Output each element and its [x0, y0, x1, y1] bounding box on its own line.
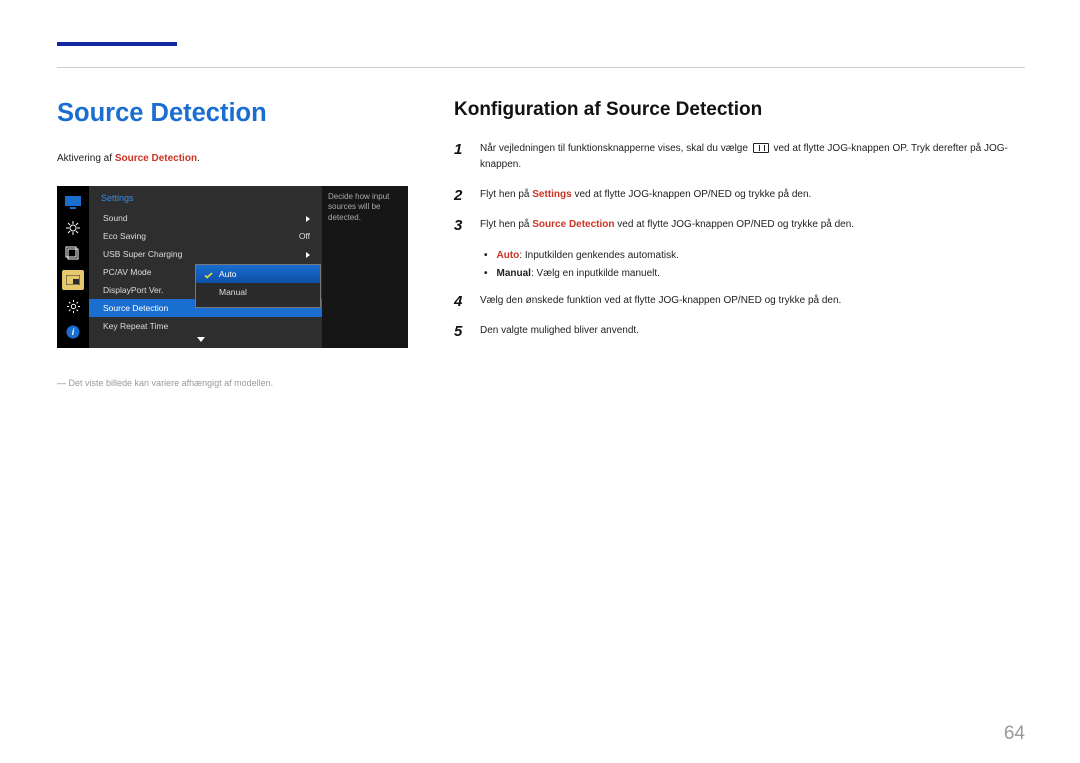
chevron-right-icon: [306, 216, 310, 222]
step-text: Når vejledningen til funktionsknapperne …: [480, 141, 1022, 173]
subhead-prefix: Aktivering af: [57, 153, 115, 164]
step-4: 4 Vælg den ønskede funktion ved at flytt…: [454, 293, 1022, 309]
info-icon: i: [62, 322, 84, 342]
page-title: Source Detection: [57, 99, 267, 128]
step-number: 5: [454, 323, 466, 339]
header-divider: [57, 67, 1025, 68]
section-title: Konfiguration af Source Detection: [454, 99, 1022, 121]
osd-submenu-manual: Manual: [196, 283, 320, 301]
right-column: Konfiguration af Source Detection 1 Når …: [454, 99, 1022, 353]
osd-row-eco: Eco SavingOff: [89, 227, 322, 245]
chevron-down-icon: [197, 337, 205, 342]
osd-panel-title: Settings: [89, 186, 322, 209]
check-icon: [204, 271, 213, 278]
osd-submenu-auto: Auto: [196, 265, 320, 283]
picture-settings-icon: [62, 218, 84, 238]
step-text: Vælg den ønskede funktion ved at flytte …: [480, 293, 841, 309]
model-variance-note: Det viste billede kan variere afhængigt …: [57, 378, 273, 388]
osd-tooltip: Decide how input sources will be detecte…: [322, 186, 408, 348]
osd-icon-column: i: [57, 186, 89, 348]
pip-icon: [62, 270, 84, 290]
monitor-icon: [62, 192, 84, 212]
osd-row-key-repeat: Key Repeat Time: [89, 317, 322, 335]
step-number: 4: [454, 293, 466, 309]
step-5: 5 Den valgte mulighed bliver anvendt.: [454, 323, 1022, 339]
bullet-auto: Auto: Inputkilden genkendes automatisk.: [484, 247, 1022, 265]
step-number: 1: [454, 141, 466, 157]
header-accent-bar: [57, 42, 177, 46]
activation-subhead: Aktivering af Source Detection.: [57, 153, 200, 164]
step-number: 2: [454, 187, 466, 203]
step-1: 1 Når vejledningen til funktionsknappern…: [454, 141, 1022, 173]
step-text: Den valgte mulighed bliver anvendt.: [480, 323, 639, 339]
subhead-em: Source Detection: [115, 153, 197, 164]
bullet-manual: Manual: Vælg en inputkilde manuelt.: [484, 265, 1022, 283]
options-bullets: Auto: Inputkilden genkendes automatisk. …: [484, 247, 1022, 283]
step-text: Flyt hen på Source Detection ved at flyt…: [480, 217, 854, 233]
subhead-suffix: .: [197, 153, 200, 164]
osd-main-panel: Settings Sound Eco SavingOff USB Super C…: [89, 186, 322, 348]
gear-icon: [62, 296, 84, 316]
step-2: 2 Flyt hen på Settings ved at flytte JOG…: [454, 187, 1022, 203]
osd-row-sound: Sound: [89, 209, 322, 227]
step-text: Flyt hen på Settings ved at flytte JOG-k…: [480, 187, 811, 203]
menu-icon: [753, 143, 769, 153]
page-number: 64: [1004, 723, 1025, 745]
step-3: 3 Flyt hen på Source Detection ved at fl…: [454, 217, 1022, 233]
osd-screenshot: i Settings Sound Eco SavingOff USB Super…: [57, 186, 408, 348]
osd-submenu: Auto Manual: [195, 264, 321, 308]
step-number: 3: [454, 217, 466, 233]
options-icon: [62, 244, 84, 264]
osd-row-usb: USB Super Charging: [89, 245, 322, 263]
chevron-right-icon: [306, 252, 310, 258]
